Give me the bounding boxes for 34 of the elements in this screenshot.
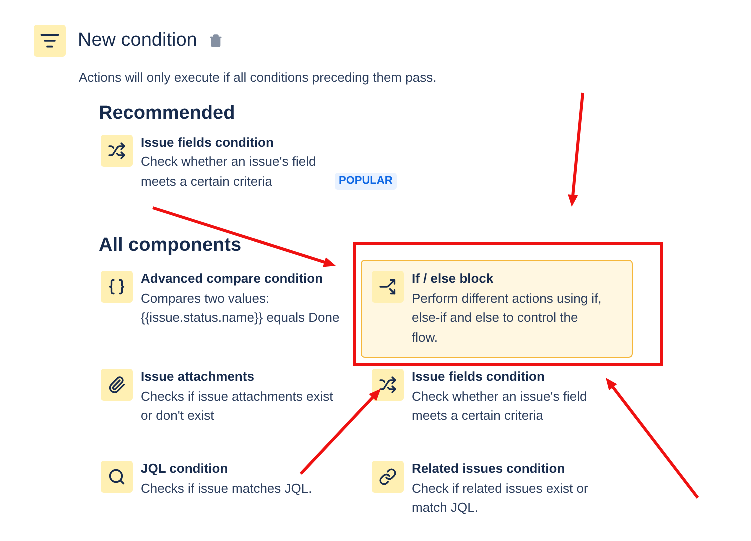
shuffle-icon bbox=[379, 376, 397, 394]
item-title: Advanced compare condition bbox=[141, 270, 324, 288]
item-title: Related issues condition bbox=[412, 460, 566, 478]
search-icon bbox=[108, 468, 126, 486]
paperclip-icon bbox=[108, 376, 126, 394]
item-description: Check if related issues exist or match JQL. bbox=[412, 480, 590, 517]
shuffle-icon bbox=[108, 142, 126, 160]
item-description: Checks if issue attachments exist or don't exist bbox=[141, 388, 334, 425]
item-description: Compares two values: {{issue.status.name}} equals Done bbox=[141, 290, 341, 327]
item-description: Check whether an issue's field meets a certain criteria bbox=[141, 153, 318, 190]
item-title: Issue attachments bbox=[141, 368, 256, 386]
item-title: Issue fields condition bbox=[412, 368, 546, 386]
condition-title: New condition bbox=[78, 28, 198, 53]
section-heading: Recommended bbox=[99, 102, 236, 126]
item-title: JQL condition bbox=[141, 460, 230, 478]
component-item[interactable]: Issue attachments Checks if issue attachments exist or don't exist bbox=[90, 358, 361, 450]
component-item[interactable]: JQL condition Checks if issue matches JQL. bbox=[90, 450, 361, 541]
item-description: Checks if issue matches JQL. bbox=[141, 480, 314, 498]
component-item[interactable]: Related issues condition Check if related issues exist or match JQL. bbox=[361, 450, 633, 541]
component-item[interactable]: If / else block Perform different actions using if, else-if and else to control the flow. bbox=[361, 260, 633, 358]
component-item[interactable]: Issue fields condition Check whether an issue's field meets a certain criteria bbox=[361, 358, 633, 450]
trash-icon[interactable] bbox=[209, 34, 224, 48]
item-description: Check whether an issue's field meets a certain criteria bbox=[412, 388, 588, 425]
braces-icon bbox=[108, 278, 126, 296]
component-item[interactable]: Advanced compare condition Compares two values: {{issue.status.name}} equals Done bbox=[90, 260, 361, 358]
link-icon bbox=[379, 468, 397, 486]
component-item[interactable]: Issue fields condition Check whether an issue's field meets a certain criteria POPULAR bbox=[90, 124, 408, 202]
item-title: If / else block bbox=[412, 270, 495, 288]
split-arrow-icon bbox=[379, 278, 397, 296]
item-description: Perform different actions using if, else-if and else to control the flow. bbox=[412, 290, 603, 346]
popular-badge: POPULAR bbox=[335, 173, 397, 190]
section-heading: All components bbox=[99, 234, 243, 258]
item-title: Issue fields condition bbox=[141, 134, 275, 152]
condition-description: Actions will only execute if all conditions preceding them pass. bbox=[79, 69, 438, 87]
